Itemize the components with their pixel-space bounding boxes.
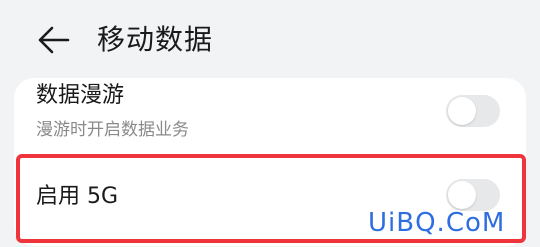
data-roaming-toggle[interactable] [446, 95, 500, 127]
app-header: 移动数据 [0, 0, 540, 80]
data-roaming-description: 漫游时开启数据业务 [36, 120, 189, 140]
page-title: 移动数据 [97, 23, 214, 56]
watermark: UiBQ.CoM [368, 208, 506, 238]
data-roaming-label: 数据漫游 [36, 83, 125, 108]
toggle-knob [448, 97, 476, 125]
arrow-left-icon [38, 26, 70, 54]
back-button[interactable] [34, 20, 74, 60]
